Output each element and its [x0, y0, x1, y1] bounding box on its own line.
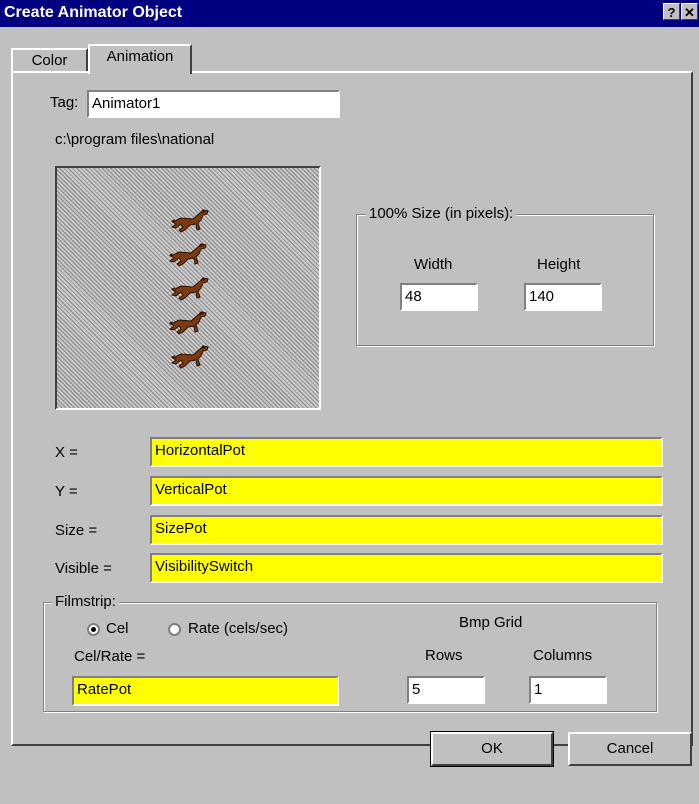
radio-cel-label[interactable]: Cel	[106, 620, 129, 637]
height-label: Height	[537, 256, 581, 273]
width-label: Width	[414, 256, 453, 273]
tag-input[interactable]: Animator1	[87, 90, 340, 118]
ok-button[interactable]: OK	[430, 731, 554, 767]
horse-frame-icon	[168, 242, 207, 267]
x-input[interactable]: HorizontalPot	[150, 437, 663, 467]
horse-frame-icon	[168, 310, 207, 335]
cancel-button[interactable]: Cancel	[568, 732, 692, 766]
radio-cel[interactable]	[87, 623, 100, 636]
close-button[interactable]: ✕	[681, 3, 698, 20]
y-label: Y =	[55, 483, 78, 500]
horse-filmstrip	[168, 208, 209, 369]
y-input[interactable]: VerticalPot	[150, 476, 663, 506]
radio-selected-dot	[91, 627, 96, 632]
radio-rate-label[interactable]: Rate (cels/sec)	[188, 620, 288, 637]
horse-frame-icon	[170, 344, 209, 369]
radio-rate[interactable]	[168, 623, 181, 636]
tab-animation[interactable]: Animation	[88, 44, 192, 74]
size-label: Size =	[55, 522, 98, 539]
tab-color[interactable]: Color	[11, 48, 88, 72]
x-label: X =	[55, 444, 78, 461]
width-input[interactable]: 48	[400, 283, 478, 311]
celrate-input[interactable]: RatePot	[72, 676, 339, 706]
filmstrip-legend: Filmstrip:	[52, 593, 119, 610]
rows-input[interactable]: 5	[407, 676, 485, 704]
bmp-grid-label: Bmp Grid	[459, 614, 523, 631]
size-group-legend: 100% Size (in pixels):	[366, 205, 517, 222]
title-bar: Create Animator Object ? ✕	[0, 0, 699, 27]
file-path: c:\program files\national	[55, 131, 215, 148]
horse-frame-icon	[170, 208, 209, 233]
size-group	[356, 214, 654, 346]
columns-label: Columns	[533, 647, 593, 664]
size-input[interactable]: SizePot	[150, 515, 663, 545]
tag-label: Tag:	[50, 94, 79, 111]
help-button[interactable]: ?	[663, 3, 680, 20]
visible-label: Visible =	[55, 560, 112, 577]
horse-frame-icon	[170, 276, 209, 301]
columns-input[interactable]: 1	[529, 676, 607, 704]
bitmap-preview	[55, 166, 321, 410]
rows-label: Rows	[425, 647, 463, 664]
window-title: Create Animator Object	[4, 4, 183, 21]
celrate-label: Cel/Rate =	[74, 648, 146, 665]
height-input[interactable]: 140	[524, 283, 602, 311]
visible-input[interactable]: VisibilitySwitch	[150, 553, 663, 583]
